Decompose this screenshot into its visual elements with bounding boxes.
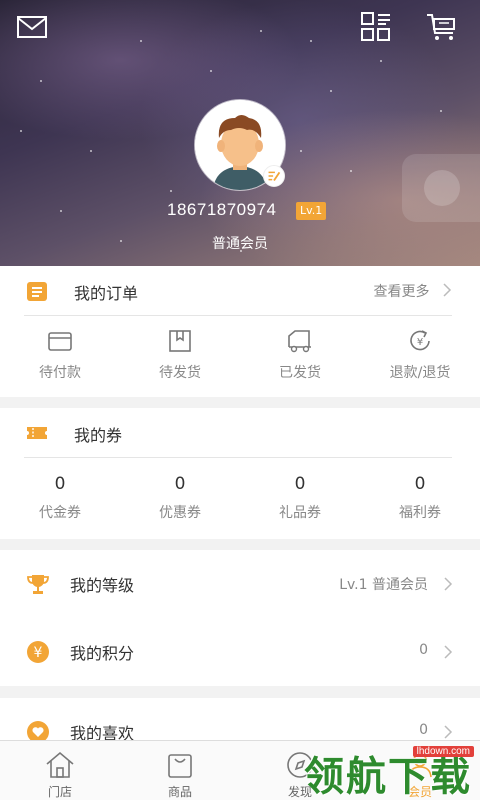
tab-store[interactable]: 门店 <box>0 741 120 800</box>
trophy-icon <box>27 575 49 594</box>
coupon-label: 优惠券 <box>159 505 201 521</box>
svg-text:¥: ¥ <box>34 645 43 661</box>
tab-products[interactable]: 商品 <box>120 741 240 800</box>
row-value: 0 <box>419 642 428 658</box>
svg-text:¥: ¥ <box>417 337 423 348</box>
order-status-label: 待付款 <box>39 365 81 381</box>
profile-header: 18671870974 Lv.1 普通会员 <box>0 0 480 266</box>
store-icon <box>46 751 74 778</box>
member-type: 普通会员 <box>212 236 268 252</box>
bag-icon <box>168 754 192 778</box>
order-status-label: 退款/退货 <box>389 365 451 381</box>
row-title: 我的等级 <box>70 576 135 595</box>
my-level-row[interactable]: 我的等级 Lv.1 普通会员 <box>0 550 480 618</box>
refund-icon: ¥ <box>410 330 430 351</box>
cart-icon[interactable] <box>426 12 458 42</box>
yen-icon: ¥ <box>27 641 49 663</box>
coupons-card: 我的券 0 代金券 0 优惠券 0 礼品券 0 福利券 <box>0 408 480 539</box>
membership-list: 我的等级 Lv.1 普通会员 ¥ 我的积分 0 <box>0 550 480 686</box>
box-icon <box>169 330 191 352</box>
chevron-right-icon <box>444 645 453 659</box>
row-value: 0 <box>419 722 428 738</box>
row-value: Lv.1 普通会员 <box>339 577 428 593</box>
orders-header[interactable]: 我的订单 查看更多 <box>24 266 452 316</box>
ticket-icon <box>27 427 47 439</box>
coupon-gift[interactable]: 0 礼品券 <box>240 474 360 522</box>
qr-code-icon[interactable] <box>360 12 392 42</box>
order-status-pending-shipment[interactable]: 待发货 <box>120 328 240 382</box>
edit-profile-icon[interactable] <box>263 165 285 187</box>
orders-card: 我的订单 查看更多 待付款 待发货 已发货 ¥ 退款/退货 <box>0 266 480 397</box>
chevron-right-icon <box>443 283 452 297</box>
chevron-right-icon <box>444 577 453 591</box>
coupon-welfare[interactable]: 0 福利券 <box>360 474 480 522</box>
order-status-shipped[interactable]: 已发货 <box>240 328 360 382</box>
coupon-count: 0 <box>174 474 186 494</box>
user-phone: 18671870974 <box>167 200 277 219</box>
level-badge: Lv.1 <box>296 202 327 220</box>
order-status-label: 待发货 <box>159 365 201 381</box>
tab-label: 商品 <box>167 785 192 799</box>
view-more-label: 查看更多 <box>373 284 430 300</box>
coupon-label: 代金券 <box>39 505 81 521</box>
truck-icon <box>288 330 311 353</box>
coupon-cash[interactable]: 0 代金券 <box>0 474 120 522</box>
orders-title: 我的订单 <box>74 284 139 303</box>
coupons-title: 我的券 <box>74 426 123 445</box>
mail-icon[interactable] <box>16 12 48 42</box>
order-status-pending-payment[interactable]: 待付款 <box>0 328 120 382</box>
wallet-icon <box>48 332 72 351</box>
watermark: 领航下载 lhdown.com <box>290 742 480 800</box>
coupon-count: 0 <box>294 474 306 494</box>
coupon-count: 0 <box>414 474 426 494</box>
order-list-icon <box>27 282 47 301</box>
chevron-right-icon <box>444 725 453 739</box>
coupon-grid: 0 代金券 0 优惠券 0 礼品券 0 福利券 <box>0 474 480 522</box>
coupons-header[interactable]: 我的券 <box>24 408 452 458</box>
watermark-url: lhdown.com <box>412 746 474 757</box>
coupon-discount[interactable]: 0 优惠券 <box>120 474 240 522</box>
row-title: 我的积分 <box>70 644 135 663</box>
order-status-label: 已发货 <box>279 365 321 381</box>
coupon-label: 礼品券 <box>279 505 321 521</box>
view-more-link[interactable]: 查看更多 <box>374 281 452 301</box>
floating-assistive-button[interactable] <box>402 154 480 222</box>
coupon-count: 0 <box>54 474 66 494</box>
order-status-grid: 待付款 待发货 已发货 ¥ 退款/退货 <box>0 328 480 382</box>
coupon-label: 福利券 <box>399 505 441 521</box>
order-status-refund[interactable]: ¥ 退款/退货 <box>360 328 480 382</box>
tab-label: 门店 <box>47 785 72 799</box>
my-points-row[interactable]: ¥ 我的积分 0 <box>0 618 480 686</box>
